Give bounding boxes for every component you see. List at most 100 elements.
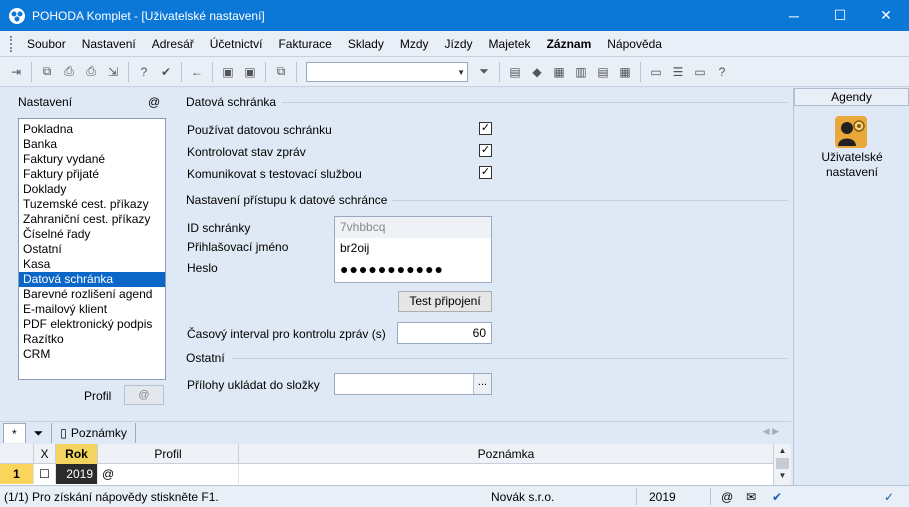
- menu-majetek[interactable]: Majetek: [481, 37, 539, 51]
- list-item[interactable]: Faktury přijaté: [19, 167, 165, 182]
- list-item[interactable]: Doklady: [19, 182, 165, 197]
- folder-icon[interactable]: ▤: [505, 62, 525, 82]
- login-field[interactable]: br2oij: [335, 238, 491, 259]
- row-checkbox[interactable]: ☐: [34, 464, 56, 484]
- col-profil[interactable]: Profil: [98, 444, 239, 464]
- menu-fakturace[interactable]: Fakturace: [270, 37, 339, 51]
- user-settings-icon[interactable]: [833, 114, 869, 150]
- tab-all[interactable]: *: [3, 423, 26, 443]
- scroll-thumb[interactable]: [776, 458, 789, 469]
- menu-adresar[interactable]: Adresář: [144, 37, 202, 51]
- list-item[interactable]: Číselné řady: [19, 227, 165, 242]
- datova-schranka-icon[interactable]: ✉: [746, 490, 756, 504]
- col-num: [0, 444, 34, 464]
- list-item[interactable]: E-mailový klient: [19, 302, 165, 317]
- print-preview-icon[interactable]: ⎙: [81, 62, 101, 82]
- menu-ucetnictvi[interactable]: Účetnictví: [202, 37, 271, 51]
- filter-icon[interactable]: ⏷: [474, 62, 494, 82]
- tab-scroll-arrows[interactable]: ◀ ▶: [763, 426, 779, 437]
- menu-nastaveni[interactable]: Nastavení: [74, 37, 144, 51]
- list-item[interactable]: Barevné rozlišení agend: [19, 287, 165, 302]
- checkbox-testovaci[interactable]: ✓: [479, 166, 492, 179]
- list-item[interactable]: Pokladna: [19, 122, 165, 137]
- list-item[interactable]: Tuzemské cest. příkazy: [19, 197, 165, 212]
- cell-poznamka[interactable]: [239, 464, 773, 484]
- help-pointer-icon[interactable]: ?: [712, 62, 732, 82]
- print-icon[interactable]: ⎙: [59, 62, 79, 82]
- save-all-icon[interactable]: ▣: [240, 62, 260, 82]
- col-x[interactable]: X: [34, 444, 56, 464]
- save-icon[interactable]: ▣: [218, 62, 238, 82]
- list-item[interactable]: PDF elektronický podpis: [19, 317, 165, 332]
- agendy-item-label[interactable]: Uživatelské nastavení: [804, 150, 900, 180]
- checkbox-kontrolovat[interactable]: ✓: [479, 144, 492, 157]
- menu-sklady[interactable]: Sklady: [340, 37, 392, 51]
- calculator-icon[interactable]: ▥: [571, 62, 591, 82]
- checkbox-pouzivat[interactable]: ✓: [479, 122, 492, 135]
- help-icon[interactable]: ?: [134, 62, 154, 82]
- list-item[interactable]: Kasa: [19, 257, 165, 272]
- test-connection-button[interactable]: Test připojení: [398, 291, 492, 312]
- agendy-title: Agendy: [794, 88, 909, 106]
- list-item[interactable]: Razítko: [19, 332, 165, 347]
- scroll-down-icon[interactable]: ▼: [774, 469, 791, 483]
- menu-soubor[interactable]: Soubor: [19, 37, 74, 51]
- col-rok[interactable]: Rok: [56, 444, 98, 464]
- menu-grip[interactable]: [10, 35, 13, 52]
- menu-jizdy[interactable]: Jízdy: [437, 37, 481, 51]
- list-item[interactable]: Ostatní: [19, 242, 165, 257]
- note-icon[interactable]: ▭: [690, 62, 710, 82]
- list-item[interactable]: Banka: [19, 137, 165, 152]
- section-title-datova-schranka: Datová schránka: [186, 95, 277, 109]
- money-icon[interactable]: ◆: [527, 62, 547, 82]
- maximize-button[interactable]: ☐: [817, 0, 863, 31]
- col-poznamka[interactable]: Poznámka: [239, 444, 773, 464]
- menu-mzdy[interactable]: Mzdy: [392, 37, 437, 51]
- attachments-folder-field[interactable]: ...: [334, 373, 492, 395]
- message-icon[interactable]: ▭: [646, 62, 666, 82]
- duplicate-icon[interactable]: ⧉: [271, 62, 291, 82]
- menu-zaznam[interactable]: Záznam: [539, 37, 600, 51]
- status-separator: [710, 488, 711, 505]
- interval-label: Časový interval pro kontrolu zpráv (s): [187, 327, 386, 341]
- tab-filter[interactable]: ⏷: [26, 423, 53, 443]
- cell-rok[interactable]: 2019: [56, 464, 98, 484]
- list-item[interactable]: Faktury vydané: [19, 152, 165, 167]
- iban-icon[interactable]: ▦: [615, 62, 635, 82]
- interval-field[interactable]: 60: [397, 322, 492, 344]
- toolbar-separator: [181, 61, 182, 82]
- status-check-icon[interactable]: ✓: [884, 490, 894, 504]
- scroll-up-icon[interactable]: ▲: [774, 444, 791, 458]
- toolbar-combo[interactable]: ▼: [306, 61, 468, 82]
- profile-field[interactable]: @: [124, 385, 164, 405]
- password-label: Heslo: [187, 261, 218, 275]
- list-icon[interactable]: ☰: [668, 62, 688, 82]
- minimize-button[interactable]: ─: [771, 0, 817, 31]
- bank-icon[interactable]: ▤: [593, 62, 613, 82]
- copy-icon[interactable]: ⧉: [37, 62, 57, 82]
- list-item[interactable]: CRM: [19, 347, 165, 362]
- login-label: Přihlašovací jméno: [187, 240, 289, 254]
- menu-napoveda[interactable]: Nápověda: [599, 37, 670, 51]
- back-icon[interactable]: ←: [187, 62, 207, 82]
- password-field[interactable]: ●●●●●●●●●●●: [335, 259, 491, 280]
- close-button[interactable]: ✕: [863, 0, 909, 31]
- tab-notes[interactable]: ▯ Poznámky: [52, 423, 136, 443]
- list-item-selected[interactable]: Datová schránka: [19, 272, 165, 287]
- menu-bar: Soubor Nastavení Adresář Účetnictví Fakt…: [0, 31, 909, 57]
- calendar-icon[interactable]: ▦: [549, 62, 569, 82]
- table-scrollbar[interactable]: ▲ ▼: [773, 444, 791, 485]
- verified-icon[interactable]: ✔: [772, 490, 782, 504]
- chevron-down-icon[interactable]: ▼: [457, 68, 465, 77]
- list-item[interactable]: Zahraniční cest. příkazy: [19, 212, 165, 227]
- table-row[interactable]: 1 ☐ 2019 @: [0, 464, 773, 484]
- export-icon[interactable]: ⇲: [103, 62, 123, 82]
- tab-all-label: *: [12, 426, 17, 441]
- browse-button[interactable]: ...: [473, 374, 491, 394]
- id-field: 7vhbbcq: [335, 217, 491, 238]
- check-icon[interactable]: ✔: [156, 62, 176, 82]
- exit-icon[interactable]: ⇥: [6, 62, 26, 82]
- option-label: Komunikovat s testovací službou: [187, 167, 362, 181]
- settings-category-list[interactable]: Pokladna Banka Faktury vydané Faktury př…: [18, 118, 166, 380]
- cell-profil[interactable]: @: [98, 464, 239, 484]
